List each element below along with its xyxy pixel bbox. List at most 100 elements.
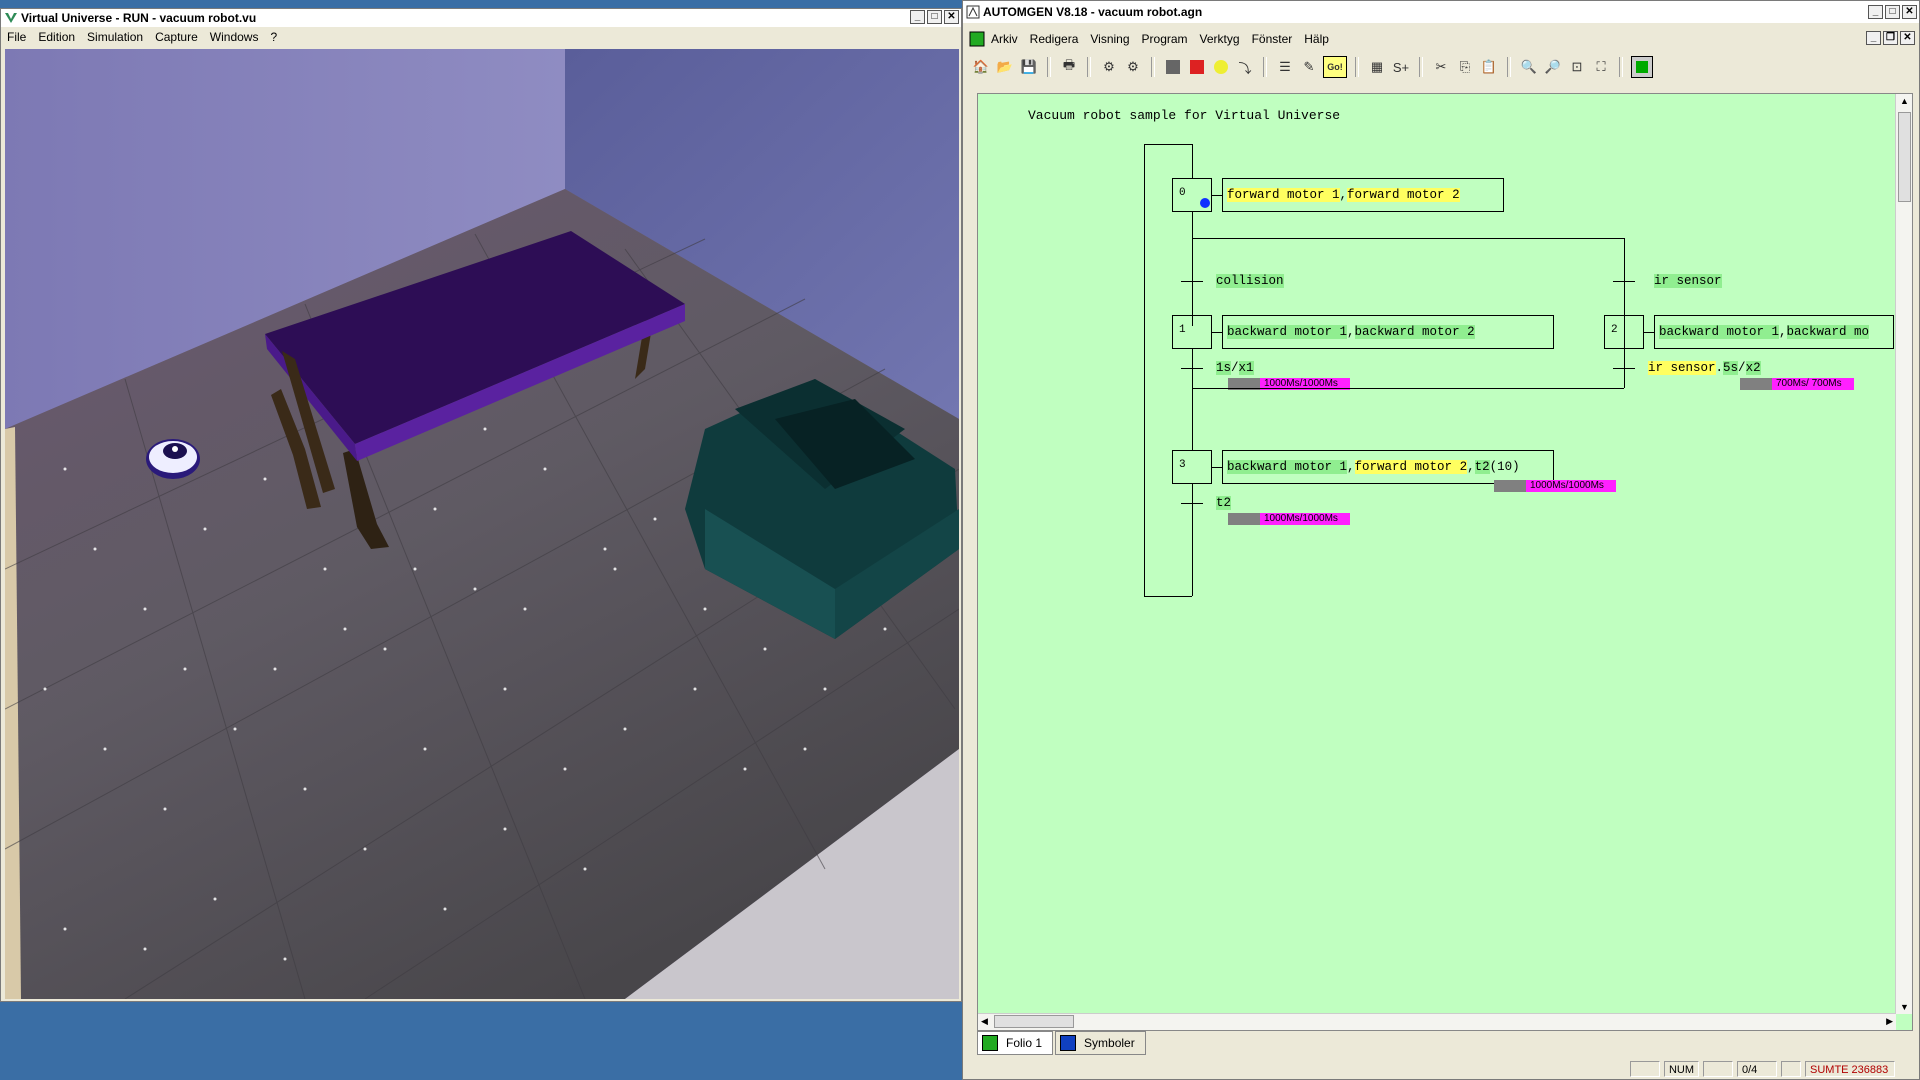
align-icon[interactable]: ☰ — [1275, 57, 1295, 77]
horizontal-scrollbar[interactable]: ◀ ▶ — [978, 1013, 1896, 1030]
tab-folio-1[interactable]: Folio 1 — [977, 1031, 1054, 1055]
zoom-in-icon[interactable]: 🔍 — [1519, 57, 1539, 77]
loop-top-drop — [1192, 144, 1193, 178]
status-empty — [1629, 1061, 1660, 1077]
active-step-token — [1200, 198, 1210, 208]
vu-menubar: File Edition Simulation Capture Windows … — [1, 27, 961, 47]
scroll-right-icon[interactable]: ▶ — [1886, 1016, 1893, 1027]
vacuum-robot — [146, 439, 200, 479]
compile-icon[interactable]: ⚙ — [1099, 57, 1119, 77]
sheet-title: Vacuum robot sample for Virtual Universe — [1028, 108, 1341, 123]
status-page: 0/4 — [1737, 1061, 1777, 1077]
vu-titlebar[interactable]: Virtual Universe - RUN - vacuum robot.vu… — [1, 9, 961, 27]
list-icon[interactable]: ▦ — [1367, 57, 1387, 77]
status-empty-3 — [1781, 1061, 1801, 1077]
transition-ir-sensor[interactable] — [1613, 281, 1635, 282]
child-minimize-button[interactable]: _ — [1866, 31, 1881, 45]
vu-title: Virtual Universe - RUN - vacuum robot.vu — [21, 11, 257, 25]
step-2-action[interactable]: backward motor 1, backward mo — [1654, 315, 1894, 349]
menu-visning[interactable]: Visning — [1090, 32, 1129, 46]
vertical-scrollbar[interactable]: ▲ ▼ — [1895, 94, 1912, 1014]
close-button[interactable]: ✕ — [1902, 5, 1917, 19]
symbols-icon — [1060, 1035, 1077, 1051]
green-run-icon[interactable] — [1631, 56, 1653, 78]
menu-fonster[interactable]: Fönster — [1252, 32, 1293, 46]
step-0-action[interactable]: forward motor 1, forward motor 2 — [1222, 178, 1504, 212]
stop-icon[interactable] — [1163, 57, 1183, 77]
maximize-button[interactable]: □ — [1885, 5, 1900, 19]
edit-icon[interactable]: ✎ — [1299, 57, 1319, 77]
scroll-down-icon[interactable]: ▼ — [1900, 1002, 1909, 1012]
child-close-button[interactable]: ✕ — [1900, 31, 1915, 45]
menu-edition[interactable]: Edition — [38, 30, 75, 44]
tab-symboler[interactable]: Symboler — [1055, 1031, 1146, 1055]
toolbar: 🏠 📂 💾 🖶 ⚙ ⚙ ⤵ ☰ ✎ Go! ▦ S+ ✂ ⎘ 📋 🔍 🔎 ⊡ ⛶ — [971, 53, 1911, 81]
scroll-up-icon[interactable]: ▲ — [1900, 96, 1909, 106]
menu-redigera[interactable]: Redigera — [1030, 32, 1079, 46]
step-1-action[interactable]: backward motor 1, backward motor 2 — [1222, 315, 1554, 349]
vu-app-icon — [5, 13, 17, 23]
child-restore-button[interactable]: ❐ — [1883, 31, 1898, 45]
copy-icon[interactable]: ⎘ — [1455, 57, 1475, 77]
close-button[interactable]: ✕ — [944, 10, 959, 24]
minimize-button[interactable]: _ — [1868, 5, 1883, 19]
run-icon[interactable] — [1211, 57, 1231, 77]
print-icon[interactable]: 🖶 — [1059, 57, 1079, 77]
go-icon[interactable]: Go! — [1323, 56, 1347, 78]
scroll-left-icon[interactable]: ◀ — [981, 1016, 988, 1027]
compile-all-icon[interactable]: ⚙ — [1123, 57, 1143, 77]
new-icon[interactable]: 🏠 — [971, 57, 991, 77]
transition-t2[interactable] — [1181, 503, 1203, 504]
maximize-button[interactable]: □ — [927, 10, 942, 24]
divergence-or — [1192, 238, 1624, 239]
save-icon[interactable]: 💾 — [1019, 57, 1039, 77]
transition-collision[interactable] — [1181, 281, 1203, 282]
sheet-tabs: Folio 1 Symboler — [977, 1031, 1146, 1055]
symbol-icon[interactable]: S+ — [1391, 57, 1411, 77]
step-2[interactable]: 2 — [1604, 315, 1644, 349]
step-3[interactable]: 3 — [1172, 450, 1212, 484]
condition-collision: collision — [1216, 274, 1284, 288]
loop-bottom — [1144, 596, 1192, 597]
condition-ir-5s-x2: ir sensor.5s/x2 — [1648, 361, 1761, 375]
automgen-window: AUTOMGEN V8.18 - vacuum robot.agn _ □ ✕ … — [962, 0, 1920, 1080]
menu-arkiv[interactable]: Arkiv — [991, 32, 1018, 46]
menu-windows[interactable]: Windows — [210, 30, 259, 44]
minimize-button[interactable]: _ — [910, 10, 925, 24]
menu-verktyg[interactable]: Verktyg — [1200, 32, 1240, 46]
loop-bottom-rise — [1192, 562, 1193, 596]
condition-ir-sensor: ir sensor — [1654, 274, 1722, 288]
zoom-page-icon[interactable]: ⛶ — [1591, 57, 1611, 77]
step-icon[interactable]: ⤵ — [1235, 57, 1255, 77]
convergence-or — [1192, 388, 1624, 389]
menu-program[interactable]: Program — [1142, 32, 1188, 46]
automgen-app-icon — [966, 5, 980, 19]
vertical-scroll-thumb[interactable] — [1898, 112, 1911, 202]
paste-icon[interactable]: 📋 — [1479, 57, 1499, 77]
menu-help[interactable]: ? — [270, 30, 277, 44]
menu-capture[interactable]: Capture — [155, 30, 198, 44]
status-bar: NUM 0/4 SUMTE 236883 — [963, 1059, 1919, 1079]
zoom-out-icon[interactable]: 🔎 — [1543, 57, 1563, 77]
stop-red-icon[interactable] — [1187, 57, 1207, 77]
horizontal-scroll-thumb[interactable] — [994, 1015, 1074, 1028]
step-0[interactable]: 0 — [1172, 178, 1212, 212]
transition-ir-5s-x2[interactable] — [1613, 368, 1635, 369]
step-3-action[interactable]: backward motor 1, forward motor 2, t2 (10) — [1222, 450, 1554, 484]
zoom-fit-icon[interactable]: ⊡ — [1567, 57, 1587, 77]
document-icon — [969, 31, 985, 47]
cut-icon[interactable]: ✂ — [1431, 57, 1451, 77]
transition-1s-x1[interactable] — [1181, 368, 1203, 369]
status-num: NUM — [1663, 1061, 1699, 1077]
menu-halp[interactable]: Hälp — [1304, 32, 1329, 46]
timer-display-3: 1000Ms/1000Ms — [1494, 480, 1616, 492]
ag-titlebar[interactable]: AUTOMGEN V8.18 - vacuum robot.agn _ □ ✕ — [963, 1, 1919, 23]
menu-file[interactable]: File — [7, 30, 26, 44]
open-icon[interactable]: 📂 — [995, 57, 1015, 77]
menu-simulation[interactable]: Simulation — [87, 30, 143, 44]
grafcet-sheet[interactable]: Vacuum robot sample for Virtual Universe… — [977, 93, 1913, 1031]
step-1[interactable]: 1 — [1172, 315, 1212, 349]
3d-viewport[interactable] — [5, 49, 959, 999]
timer-display-2: 700Ms/ 700Ms — [1740, 378, 1854, 390]
virtual-universe-window: Virtual Universe - RUN - vacuum robot.vu… — [0, 8, 962, 1002]
